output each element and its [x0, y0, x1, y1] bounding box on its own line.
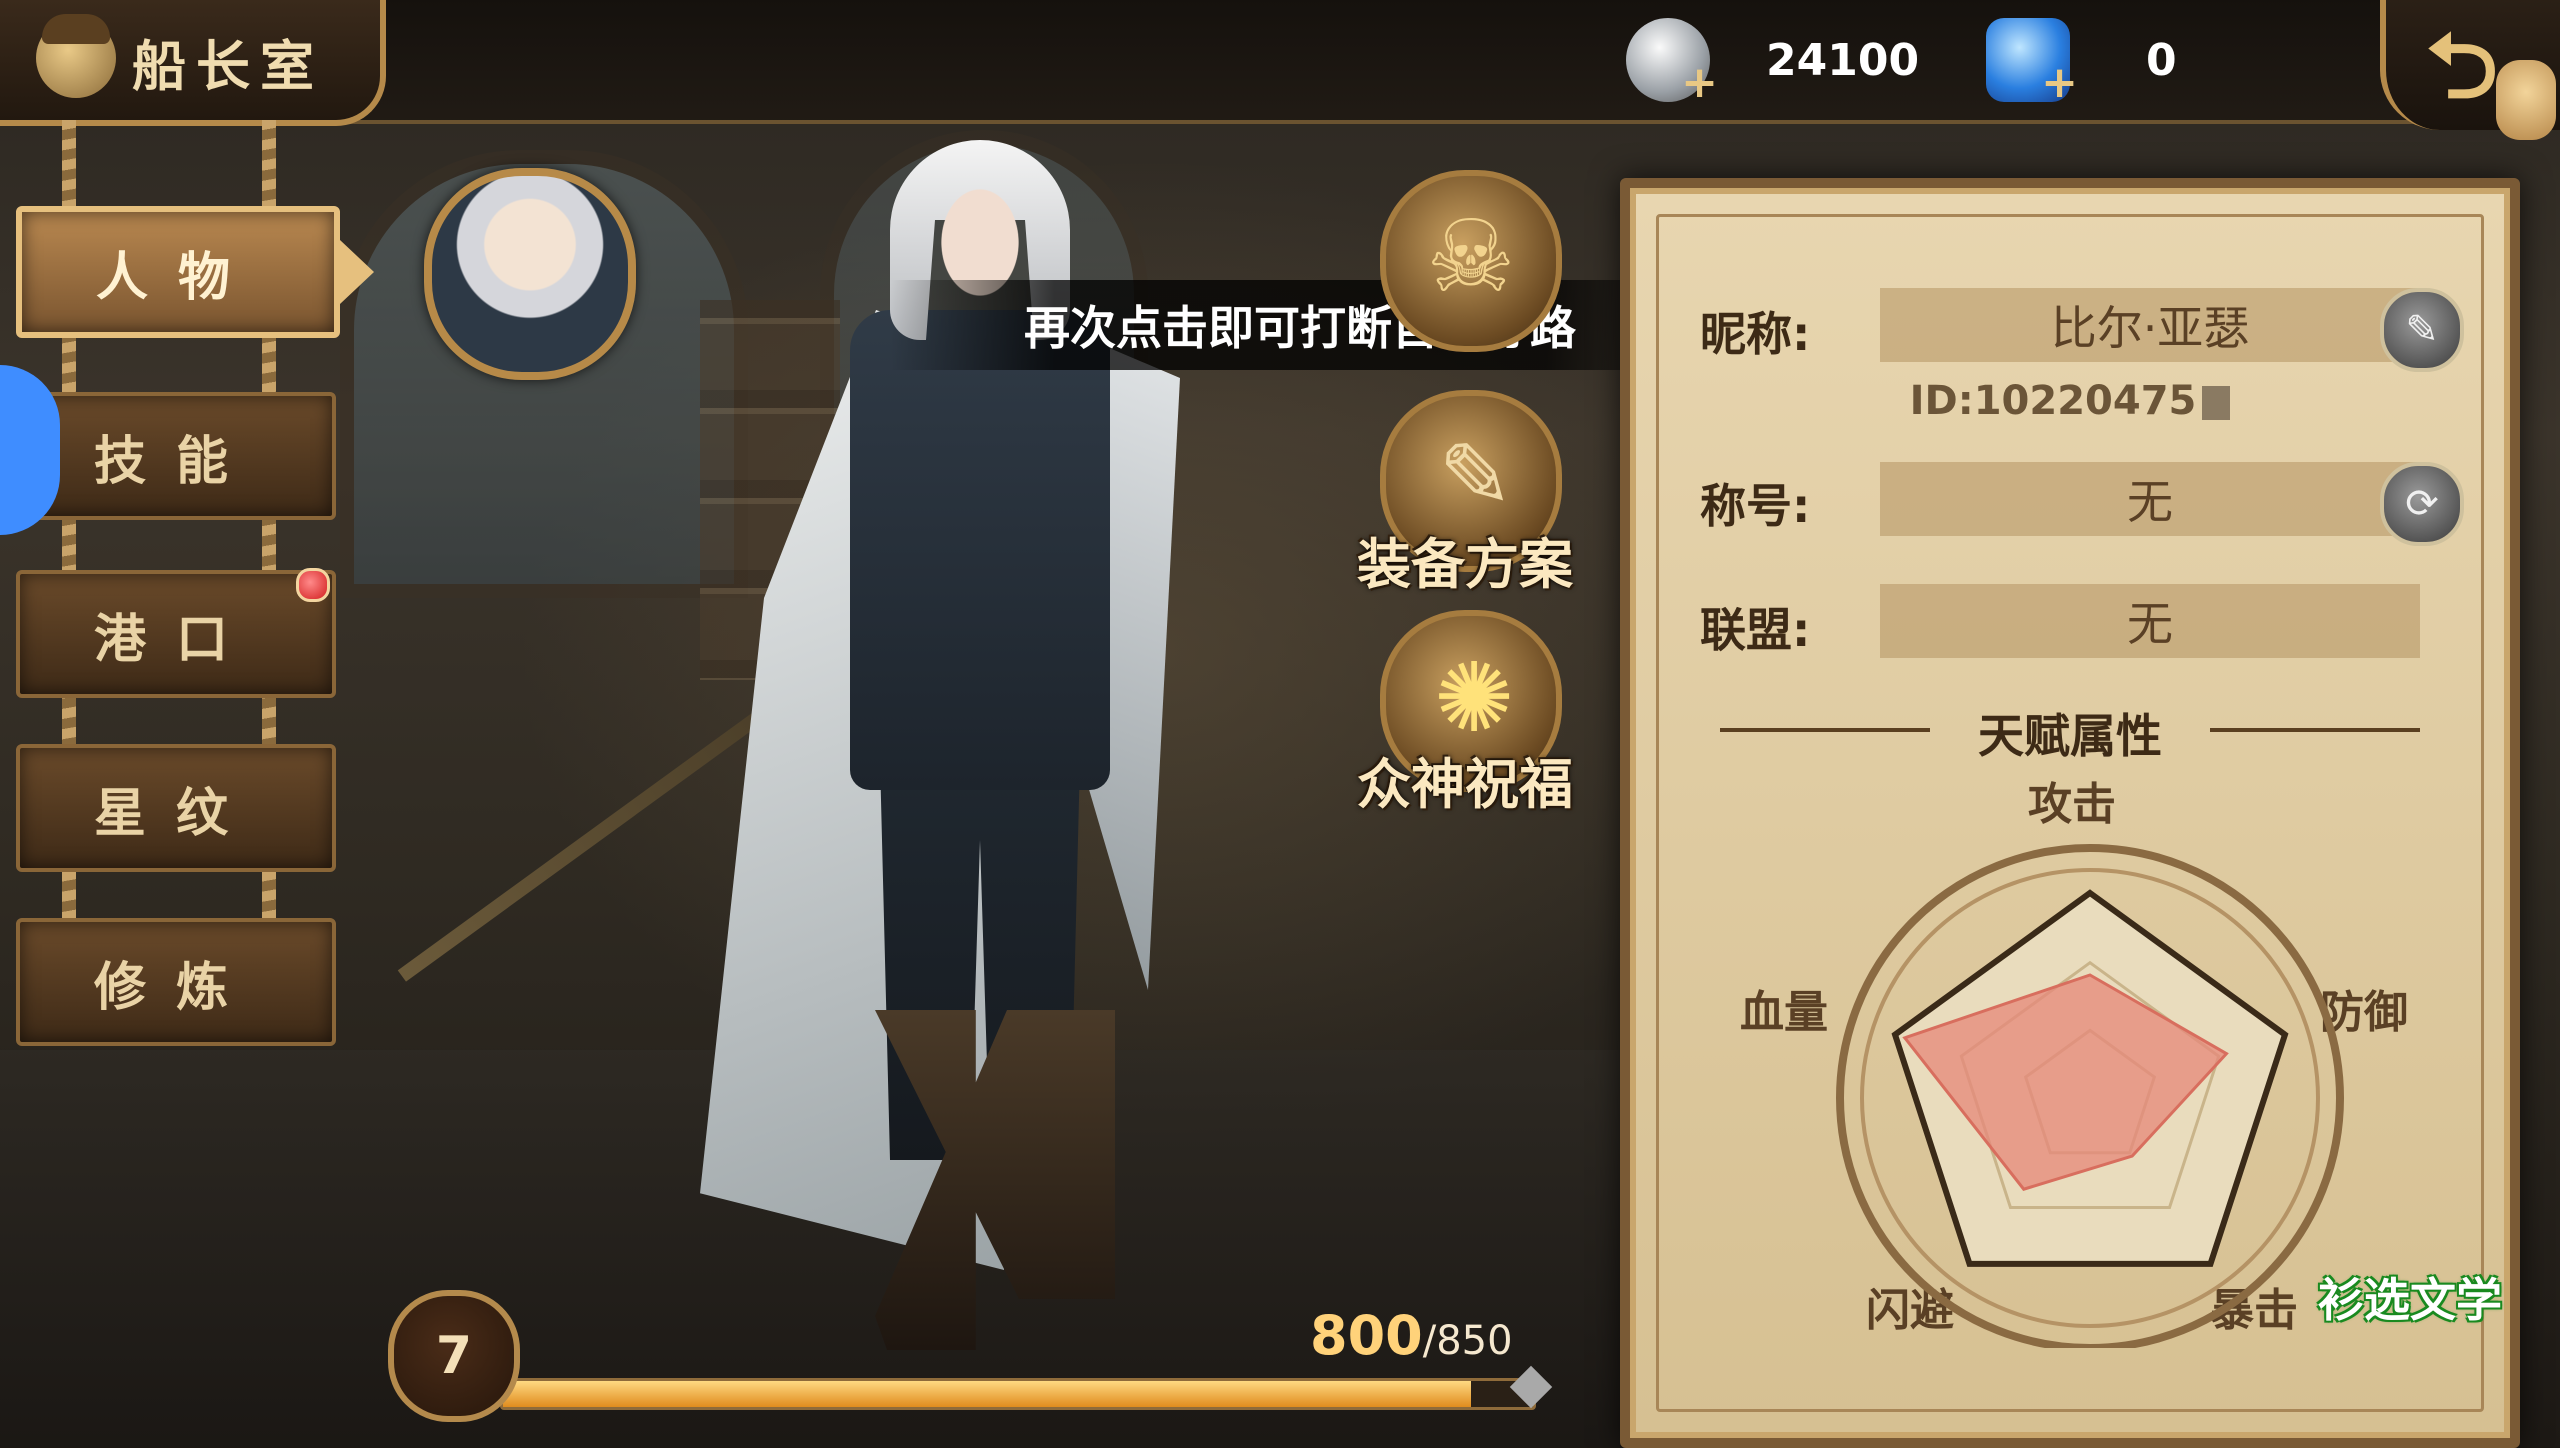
gods-blessing-button[interactable]: ✺ 众神祝福 [1357, 610, 1573, 820]
add-icon[interactable]: + [2041, 57, 2078, 108]
page-title: 船长室 [132, 35, 324, 98]
alliance-field: 无 [1880, 584, 2420, 658]
stat-hp-label: 血量 [1740, 987, 1828, 1038]
pencil-icon: ✎ [2405, 307, 2439, 353]
title-value: 无 [2127, 475, 2173, 529]
silver-value: 24100 [1766, 34, 1920, 86]
gods-blessing-label: 众神祝福 [1357, 753, 1573, 816]
silver-currency[interactable]: + 24100 [1626, 18, 1920, 108]
talent-section-title: 天赋属性 [1978, 709, 2162, 763]
gem-currency[interactable]: + 0 [1986, 18, 2177, 108]
captain-avatar[interactable] [424, 168, 636, 380]
stat-attack-label: 攻击 [2028, 779, 2116, 830]
title-label: 称号: [1700, 479, 1811, 533]
notification-dot [296, 568, 330, 602]
xp-bar [500, 1378, 1536, 1410]
profile-panel: 昵称: 比尔·亚瑟 ✎ ID:10220475 称号: 无 ⟳ 联盟: 无 天赋… [1620, 178, 2520, 1448]
change-title-button[interactable]: ⟳ [2380, 462, 2464, 546]
equip-plan-button[interactable]: ✎ 装备方案 [1357, 390, 1573, 600]
add-icon[interactable]: + [1681, 57, 1718, 108]
menu-training[interactable]: 修炼 [16, 918, 336, 1046]
menu-label: 港口 [93, 609, 258, 670]
menu-label: 星纹 [93, 783, 258, 844]
gem-value: 0 [2146, 34, 2177, 86]
nickname-field: 比尔·亚瑟 [1880, 288, 2420, 362]
xp-current: 800 [1310, 1304, 1423, 1367]
edit-name-button[interactable]: ✎ [2380, 288, 2464, 372]
watermark: 衫选文学 [2318, 1273, 2502, 1327]
menu-character[interactable]: 人物 [16, 206, 374, 338]
xp-bar-fill [503, 1381, 1472, 1407]
menu-label: 人物 [95, 247, 260, 308]
refresh-icon: ⟳ [2405, 481, 2439, 527]
copy-icon[interactable] [2202, 386, 2231, 420]
menu-skills[interactable]: 技能 [16, 392, 336, 520]
back-button[interactable]: ⮌ [2380, 0, 2560, 140]
silver-coin-icon: + [1626, 18, 1718, 108]
menu-port[interactable]: 港口 [16, 568, 336, 698]
active-arrow-icon [340, 240, 374, 304]
equip-plan-label: 装备方案 [1357, 533, 1573, 596]
level-value: 7 [435, 1326, 473, 1386]
coat [850, 310, 1110, 790]
pointer-hand-icon [2496, 60, 2556, 140]
captain-appearance-button[interactable]: ☠ [1360, 170, 1570, 380]
xp-max: /850 [1422, 1318, 1513, 1364]
auto-path-tooltip: 再次点击即可打断自动寻路 [890, 280, 1710, 370]
title-plate: 船长室 [0, 0, 386, 126]
menu-star-pattern[interactable]: 星纹 [16, 744, 336, 872]
player-id-text: ID:10220475 [1909, 378, 2197, 424]
nickname-label: 昵称: [1700, 307, 1811, 361]
xp-text: 800/850 [1310, 1304, 1513, 1367]
title-field: 无 [1880, 462, 2420, 536]
pirate-hat-icon: ☠ [1380, 170, 1562, 352]
talent-radar-chart [1836, 844, 2344, 1348]
alliance-value: 无 [2127, 597, 2173, 651]
player-id: ID:10220475 [1630, 378, 2510, 424]
alliance-label: 联盟: [1700, 603, 1811, 657]
captain-hat-icon [36, 14, 116, 98]
menu-label: 技能 [93, 431, 258, 492]
gem-icon: + [1986, 18, 2078, 108]
top-bar: 船长室 + 24100 + 0 ⮌ [0, 0, 2560, 140]
level-badge: 7 [388, 1290, 520, 1422]
menu-label: 修炼 [93, 957, 258, 1018]
back-arrow-icon: ⮌ [2426, 14, 2499, 119]
nickname-value: 比尔·亚瑟 [2050, 301, 2250, 355]
